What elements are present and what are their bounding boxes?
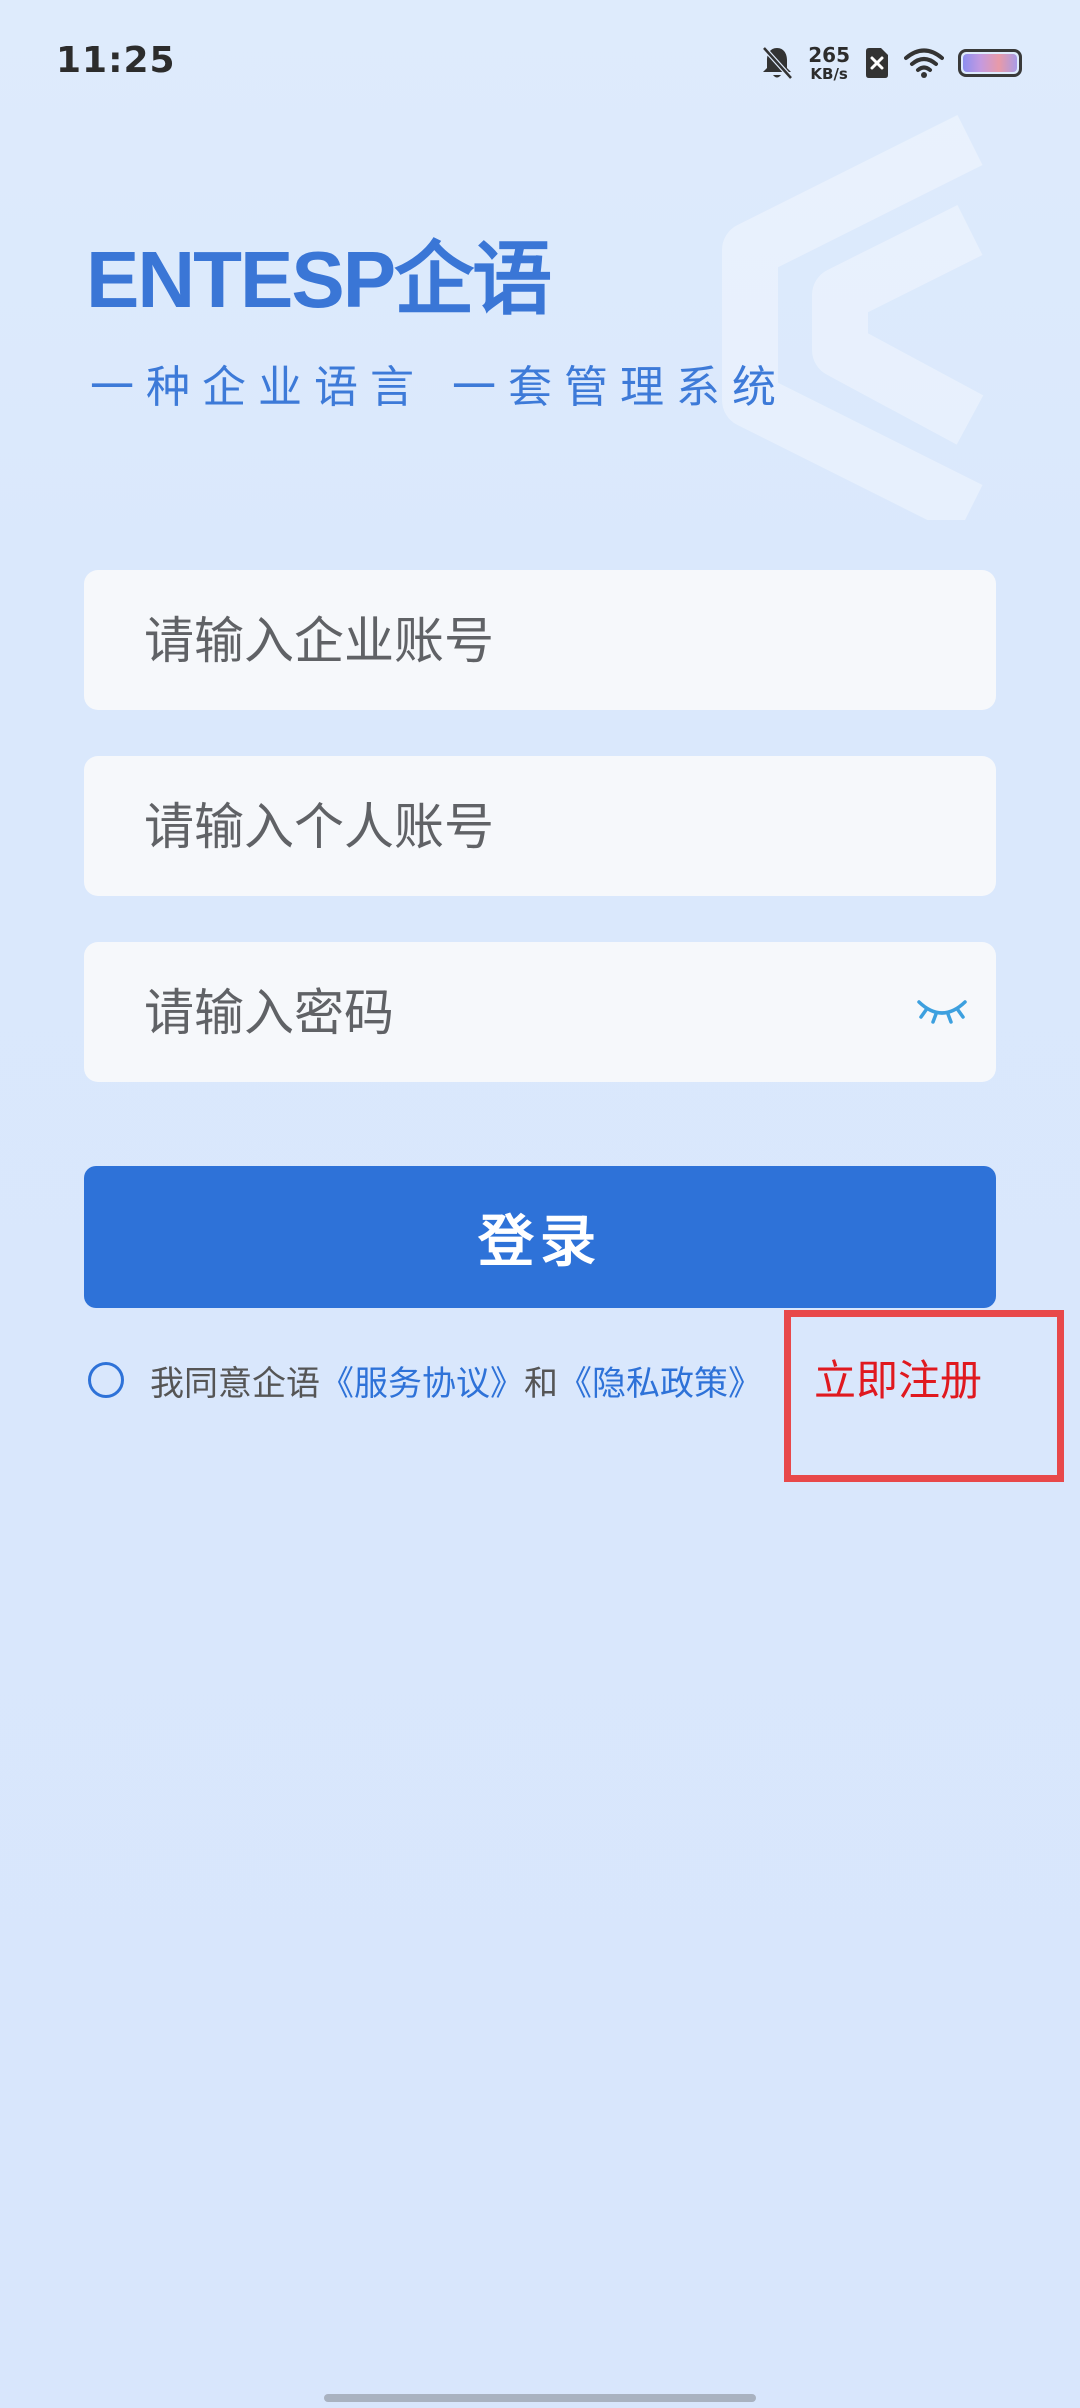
background-logo-decoration (722, 114, 984, 520)
status-time: 11:25 (56, 40, 176, 81)
status-bar: 11:25 265 KB/s (0, 0, 1080, 128)
home-indicator[interactable] (324, 2394, 756, 2402)
agreement-prefix: 我同意企语 (150, 1363, 320, 1404)
status-icons: 265 KB/s (760, 40, 1022, 86)
password-field[interactable] (84, 942, 996, 1084)
agreement-checkbox[interactable] (88, 1362, 124, 1398)
company-account-input[interactable] (142, 570, 906, 712)
company-account-field[interactable] (84, 570, 996, 712)
network-speed-unit: KB/s (810, 64, 848, 83)
agreement-row: 我同意企语 《服务协议》 和 《隐私政策》 (88, 1352, 762, 1408)
personal-account-field[interactable] (84, 756, 996, 898)
network-speed-value: 265 (808, 42, 850, 67)
agreement-conjunction: 和 (524, 1363, 558, 1404)
service-agreement-link[interactable]: 《服务协议》 (320, 1356, 524, 1405)
personal-account-input[interactable] (142, 756, 906, 898)
register-link[interactable]: 立即注册 (814, 1357, 982, 1404)
no-sim-icon (866, 48, 888, 78)
login-button[interactable]: 登录 (84, 1166, 996, 1308)
battery-icon (958, 49, 1022, 77)
eye-closed-icon[interactable] (916, 994, 968, 1028)
network-speed: 265 KB/s (808, 45, 850, 82)
brand-subtitle: 一种企业语言 一套管理系统 (90, 362, 788, 413)
bell-muted-icon (762, 46, 794, 80)
wifi-icon (904, 48, 944, 78)
password-input[interactable] (142, 942, 906, 1084)
battery-level (963, 54, 1017, 72)
brand-title: ENTESP企语 (86, 235, 552, 324)
privacy-policy-link[interactable]: 《隐私政策》 (558, 1356, 762, 1405)
